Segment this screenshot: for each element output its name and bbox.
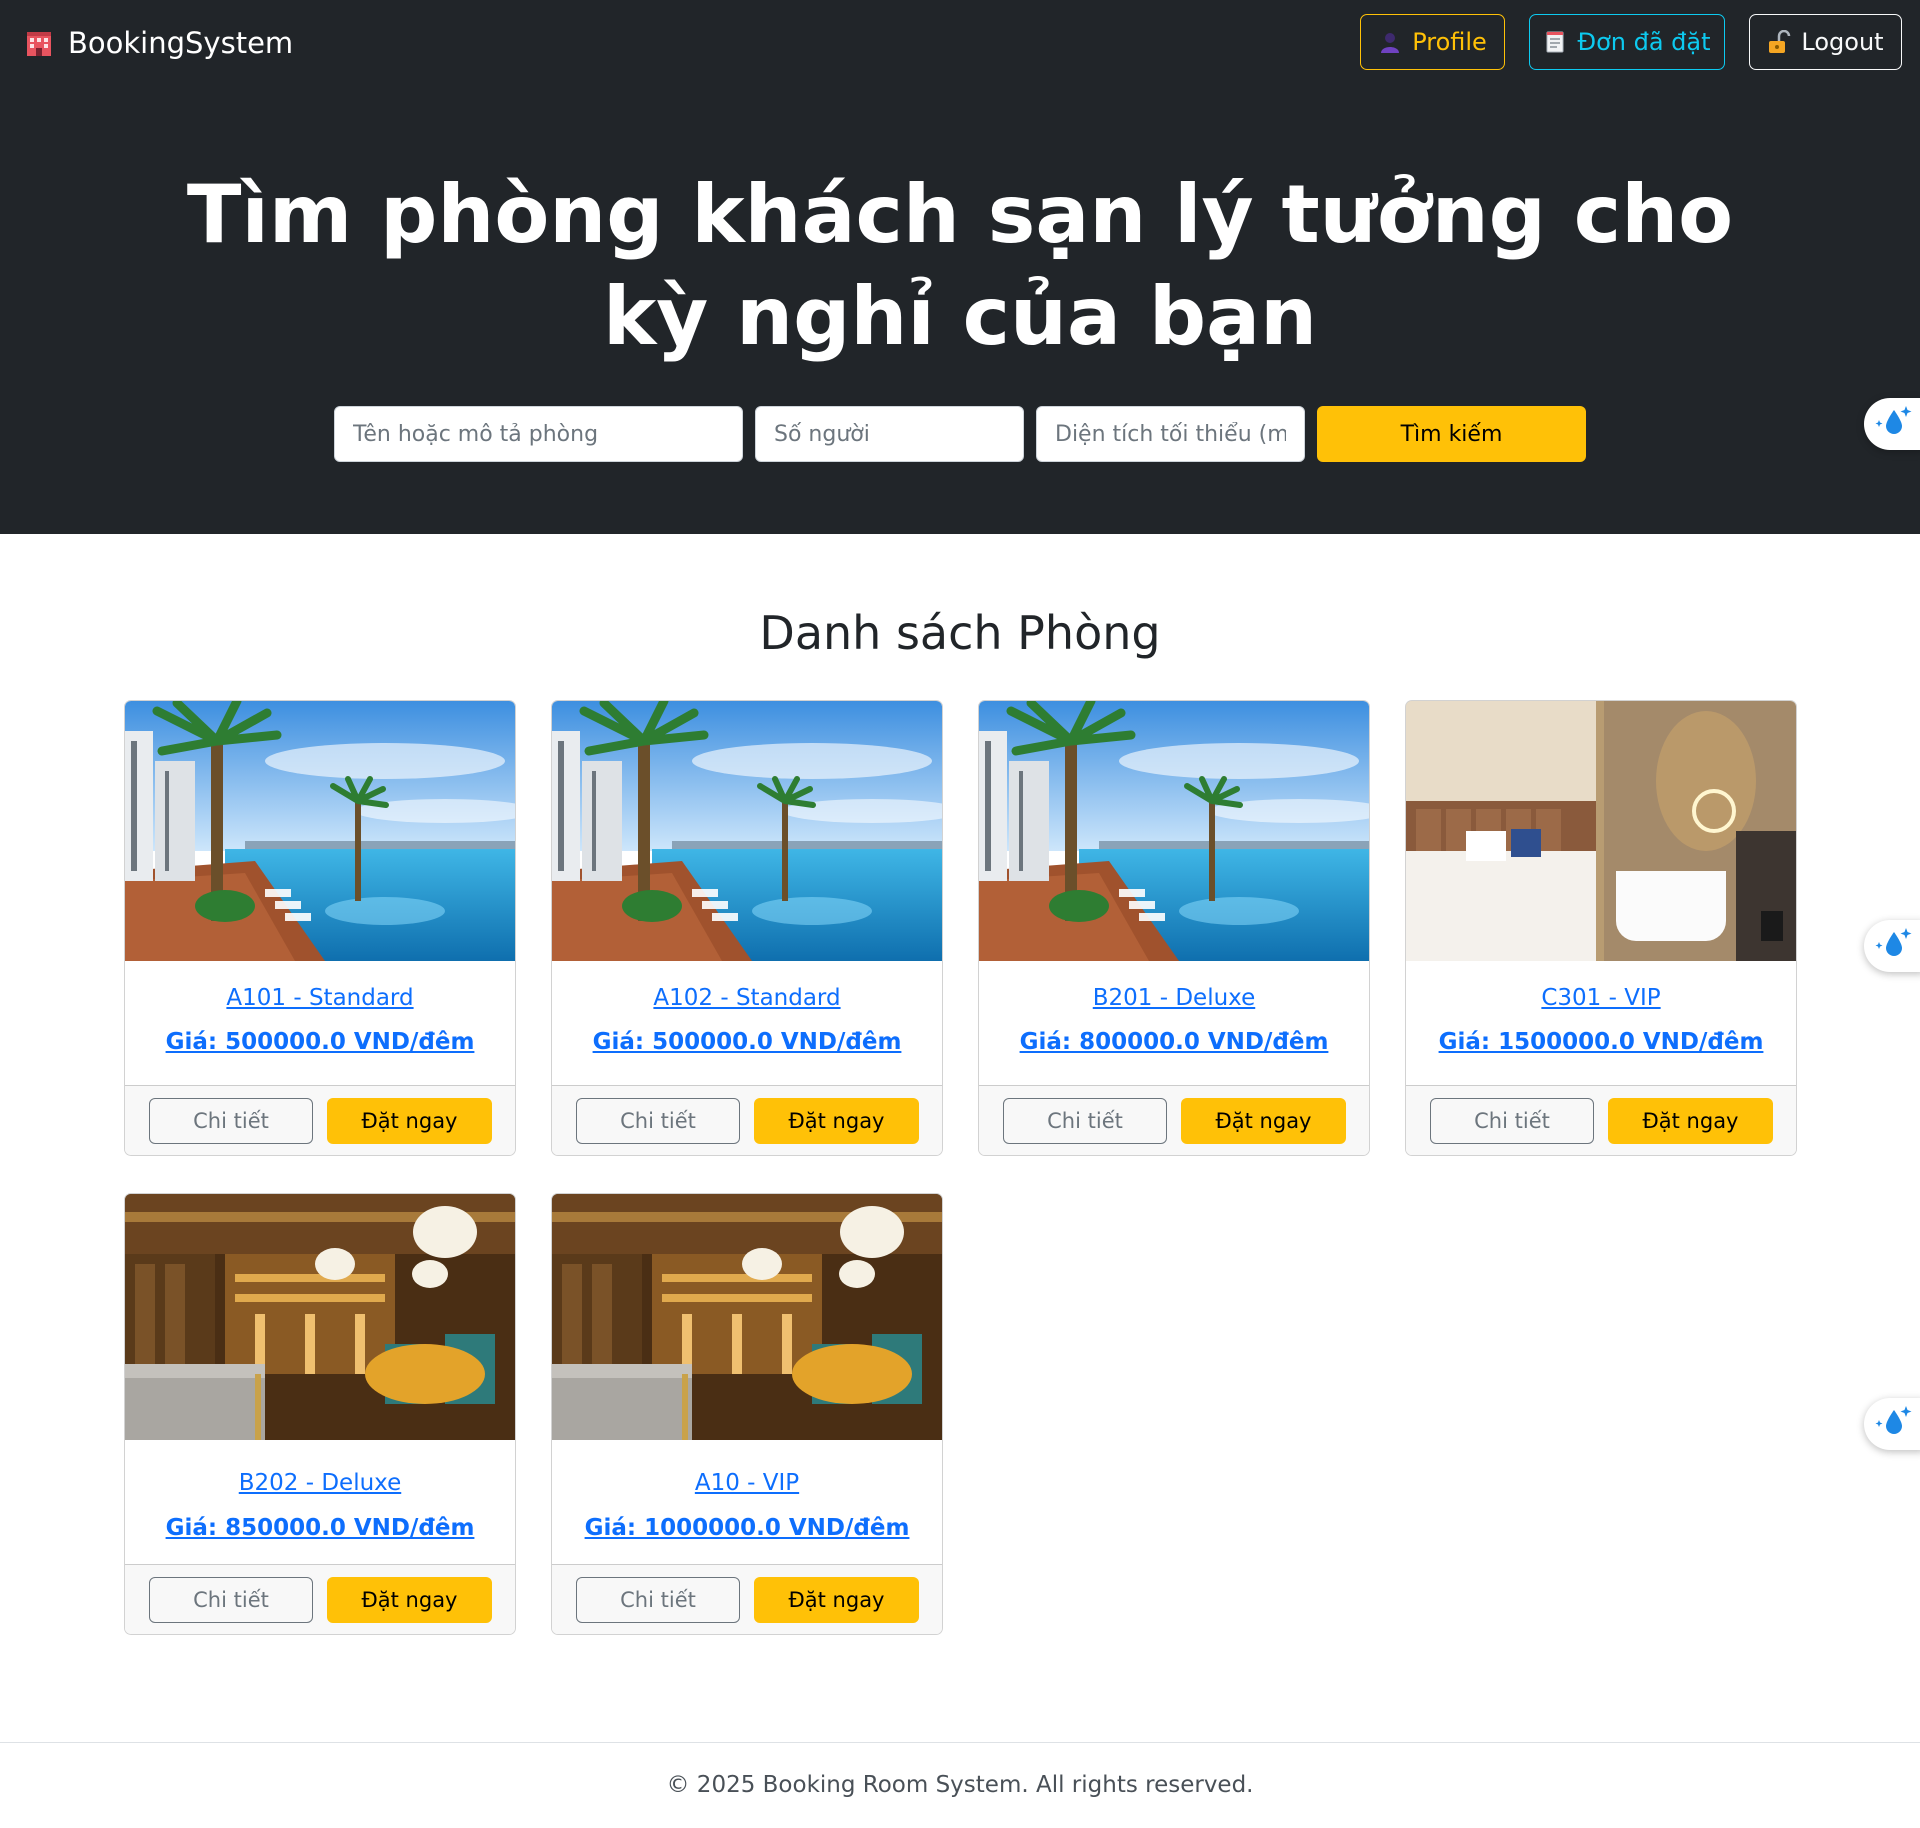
book-now-button[interactable]: Đặt ngay [327, 1098, 492, 1144]
hero-section: Tìm phòng khách sạn lý tưởng cho kỳ nghỉ… [0, 86, 1920, 534]
hotel-icon [24, 28, 54, 58]
brand-label: BookingSystem [68, 26, 294, 60]
room-image[interactable] [1406, 701, 1796, 961]
book-now-button[interactable]: Đặt ngay [327, 1577, 492, 1623]
sparkle-drop-icon [1874, 404, 1914, 444]
room-card-body: B202 - Deluxe Giá: 850000.0 VND/đêm [125, 1440, 515, 1578]
logout-label: Logout [1801, 28, 1884, 56]
room-name-link[interactable]: A10 - VIP [552, 1470, 942, 1496]
room-card-footer: Chi tiết Đặt ngay [552, 1564, 942, 1634]
book-now-button[interactable]: Đặt ngay [754, 1577, 919, 1623]
room-card: A101 - Standard Giá: 500000.0 VND/đêm Ch… [124, 700, 516, 1156]
room-card-body: A102 - Standard Giá: 500000.0 VND/đêm [552, 961, 942, 1085]
hero-title: Tìm phòng khách sạn lý tưởng cho kỳ nghỉ… [186, 168, 1734, 363]
rooms-section-title: Danh sách Phòng [759, 606, 1161, 660]
room-name-link[interactable]: A101 - Standard [125, 985, 515, 1011]
floating-assistant-button[interactable] [1864, 398, 1920, 450]
orders-label: Đơn đã đặt [1577, 28, 1711, 56]
footer-copyright: © 2025 Booking Room System. All rights r… [666, 1772, 1254, 1798]
guest-count-input[interactable] [755, 406, 1024, 462]
room-price-link[interactable]: Giá: 800000.0 VND/đêm [979, 1029, 1369, 1055]
room-price-link[interactable]: Giá: 500000.0 VND/đêm [552, 1029, 942, 1055]
book-now-button[interactable]: Đặt ngay [1181, 1098, 1346, 1144]
footer-divider [0, 1742, 1920, 1743]
room-detail-button[interactable]: Chi tiết [576, 1577, 740, 1623]
sparkle-drop-icon [1874, 1404, 1914, 1444]
user-icon [1378, 30, 1402, 54]
search-button[interactable]: Tìm kiếm [1317, 406, 1586, 462]
room-price-link[interactable]: Giá: 1500000.0 VND/đêm [1406, 1029, 1796, 1055]
book-now-button[interactable]: Đặt ngay [1608, 1098, 1773, 1144]
profile-button[interactable]: Profile [1360, 14, 1505, 70]
room-image[interactable] [125, 1194, 515, 1440]
room-name-link[interactable]: B202 - Deluxe [125, 1470, 515, 1496]
room-card: B202 - Deluxe Giá: 850000.0 VND/đêm Chi … [124, 1193, 516, 1635]
room-card: B201 - Deluxe Giá: 800000.0 VND/đêm Chi … [978, 700, 1370, 1156]
min-area-input[interactable] [1036, 406, 1305, 462]
room-card-footer: Chi tiết Đặt ngay [125, 1085, 515, 1155]
room-card-footer: Chi tiết Đặt ngay [125, 1564, 515, 1634]
room-price-link[interactable]: Giá: 500000.0 VND/đêm [125, 1029, 515, 1055]
orders-button[interactable]: Đơn đã đặt [1529, 14, 1725, 70]
floating-assistant-button[interactable] [1864, 920, 1920, 972]
room-card-body: A101 - Standard Giá: 500000.0 VND/đêm [125, 961, 515, 1085]
navbar: BookingSystem Profile Đơn đã đặt Logout [0, 0, 1920, 86]
room-price-link[interactable]: Giá: 1000000.0 VND/đêm [552, 1515, 942, 1541]
room-card-footer: Chi tiết Đặt ngay [1406, 1085, 1796, 1155]
room-card-footer: Chi tiết Đặt ngay [979, 1085, 1369, 1155]
floating-assistant-button[interactable] [1864, 1398, 1920, 1450]
room-card: C301 - VIP Giá: 1500000.0 VND/đêm Chi ti… [1405, 700, 1797, 1156]
logout-button[interactable]: Logout [1749, 14, 1902, 70]
profile-label: Profile [1412, 28, 1487, 56]
sparkle-drop-icon [1874, 926, 1914, 966]
room-price-link[interactable]: Giá: 850000.0 VND/đêm [125, 1515, 515, 1541]
room-detail-button[interactable]: Chi tiết [576, 1098, 740, 1144]
book-now-button[interactable]: Đặt ngay [754, 1098, 919, 1144]
receipt-icon [1543, 30, 1567, 54]
room-card-body: B201 - Deluxe Giá: 800000.0 VND/đêm [979, 961, 1369, 1085]
room-detail-button[interactable]: Chi tiết [149, 1098, 313, 1144]
room-card: A102 - Standard Giá: 500000.0 VND/đêm Ch… [551, 700, 943, 1156]
room-detail-button[interactable]: Chi tiết [1003, 1098, 1167, 1144]
room-name-search-input[interactable] [334, 406, 743, 462]
room-card-body: C301 - VIP Giá: 1500000.0 VND/đêm [1406, 961, 1796, 1085]
room-name-link[interactable]: B201 - Deluxe [979, 985, 1369, 1011]
room-image[interactable] [552, 1194, 942, 1440]
room-card: A10 - VIP Giá: 1000000.0 VND/đêm Chi tiế… [551, 1193, 943, 1635]
room-name-link[interactable]: C301 - VIP [1406, 985, 1796, 1011]
room-card-footer: Chi tiết Đặt ngay [552, 1085, 942, 1155]
room-image[interactable] [125, 701, 515, 961]
room-image[interactable] [979, 701, 1369, 961]
room-name-link[interactable]: A102 - Standard [552, 985, 942, 1011]
room-detail-button[interactable]: Chi tiết [1430, 1098, 1594, 1144]
unlock-icon [1767, 29, 1791, 54]
room-detail-button[interactable]: Chi tiết [149, 1577, 313, 1623]
room-card-body: A10 - VIP Giá: 1000000.0 VND/đêm [552, 1440, 942, 1578]
room-image[interactable] [552, 701, 942, 961]
brand-link[interactable]: BookingSystem [24, 22, 293, 64]
